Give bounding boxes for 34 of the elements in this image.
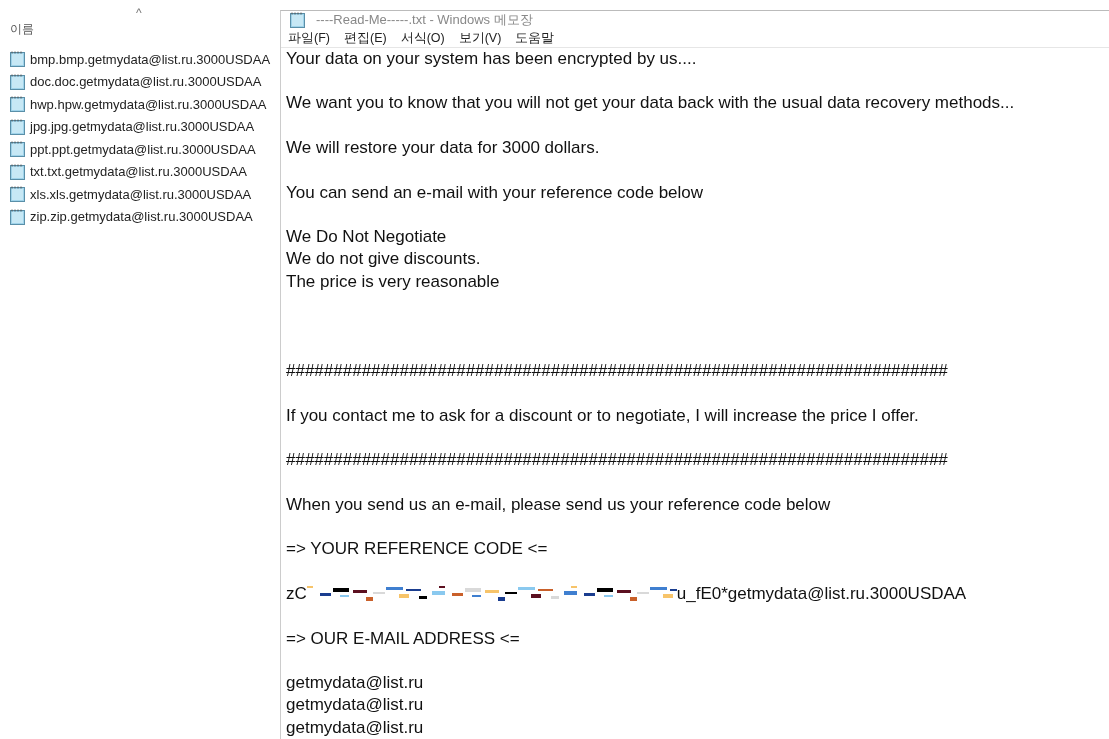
file-name[interactable]: ppt.ppt.getmydata@list.ru.3000USDAA (30, 141, 256, 157)
menu-item[interactable]: 서식(O) (400, 29, 445, 47)
text-line: ###################################################################### (286, 359, 949, 382)
file-name[interactable]: txt.txt.getmydata@list.ru.3000USDAA (30, 164, 247, 180)
code-text: u_fE0*getmydata@list.ru.3000USDAA (676, 582, 967, 605)
menu-item[interactable]: 보기(V) (458, 29, 502, 47)
text-line: => YOUR REFERENCE CODE <= (286, 538, 549, 561)
file-name[interactable]: xls.xls.getmydata@list.ru.3000USDAA (30, 186, 252, 202)
text-line: Your data on your system has been encrypted by us.... (286, 47, 698, 70)
sort-indicator[interactable]: ^ (136, 8, 142, 18)
menu-item[interactable]: 편집(E) (343, 29, 387, 47)
text-line: ###################################################################### (286, 449, 949, 472)
file-name[interactable]: bmp.bmp.getmydata@list.ru.3000USDAA (30, 51, 271, 67)
text-line: getmydata@list.ru (286, 716, 425, 739)
file-name[interactable]: jpg.jpg.getmydata@list.ru.3000USDAA (30, 119, 255, 135)
file-name[interactable]: zip.zip.getmydata@list.ru.3000USDAA (30, 209, 253, 225)
text-line: You can send an e-mail with your reference code below (286, 181, 705, 204)
text-line: We do not give discounts. (286, 248, 482, 271)
text-line: getmydata@list.ru (286, 694, 425, 717)
column-header[interactable]: 이름 (10, 21, 280, 38)
menu-item[interactable]: 도움말 (515, 29, 555, 47)
code-text: zC (286, 582, 307, 605)
text-line: The price is very reasonable (286, 270, 501, 293)
file-name[interactable]: doc.doc.getmydata@list.ru.3000USDAA (30, 74, 262, 90)
text-line: When you send us an e-mail, please send us your reference code below (286, 493, 832, 516)
menu-item[interactable]: 파일(F) (288, 29, 330, 47)
text-line: We Do Not Negotiate (286, 226, 448, 249)
text-line: We will restore your data for 3000 dollars. (286, 137, 601, 159)
file-name[interactable]: hwp.hpw.getmydata@list.ru.3000USDAA (30, 96, 267, 112)
text-line: => OUR E-MAIL ADDRESS <= (286, 627, 521, 650)
text-line: If you contact me to ask for a discount or to negotiate, I will increase the price I offer. (286, 404, 920, 427)
text-line: getmydata@list.ru (286, 672, 425, 695)
text-line: We want you to know that you will not get your data back with the usual data recovery methods... (286, 92, 1016, 115)
window-title: ----Read-Me-----.txt - Windows 메모장 (316, 11, 533, 30)
